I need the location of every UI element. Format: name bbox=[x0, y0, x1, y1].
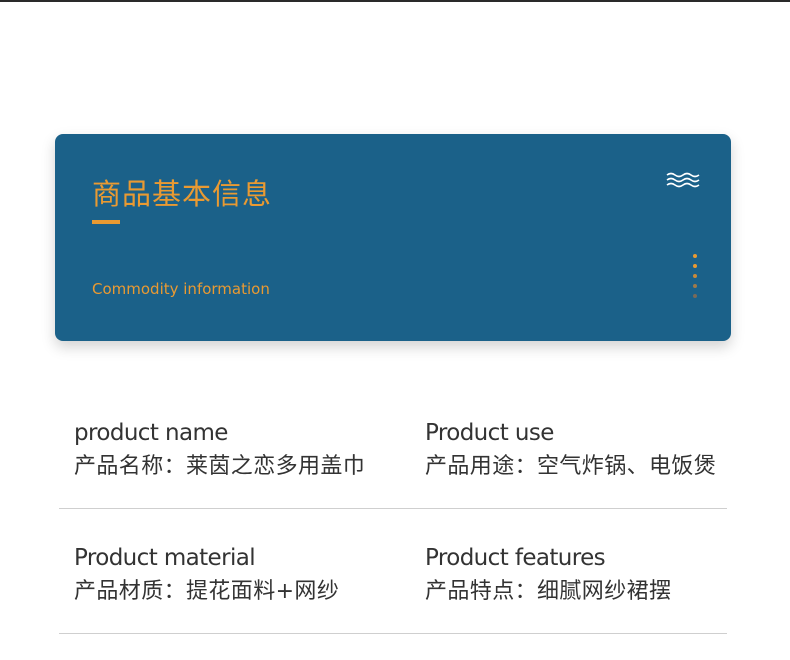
product-name-cell: product name 产品名称：莱茵之恋多用盖巾 bbox=[74, 416, 365, 484]
vertical-dots-icon bbox=[693, 254, 697, 298]
product-use-label: Product use bbox=[425, 420, 554, 446]
row-divider bbox=[59, 633, 727, 634]
product-features-cell: Product features 产品特点：细腻网纱裙摆 bbox=[425, 541, 671, 609]
product-name-label: product name bbox=[74, 420, 228, 446]
product-use-value: 产品用途：空气炸锅、电饭煲 bbox=[425, 454, 717, 479]
top-border-line bbox=[0, 0, 790, 2]
banner-title: 商品基本信息 bbox=[92, 177, 273, 211]
product-material-cell: Product material 产品材质：提花面料+网纱 bbox=[74, 541, 339, 609]
banner-subtitle: Commodity information bbox=[92, 280, 270, 298]
product-use-cell: Product use 产品用途：空气炸锅、电饭煲 bbox=[425, 416, 716, 484]
product-features-label: Product features bbox=[425, 545, 606, 571]
product-material-label: Product material bbox=[74, 545, 256, 571]
product-features-value: 产品特点：细腻网纱裙摆 bbox=[425, 579, 672, 604]
wave-icon bbox=[666, 172, 700, 188]
product-material-value: 产品材质：提花面料+网纱 bbox=[74, 579, 340, 604]
product-name-value: 产品名称：莱茵之恋多用盖巾 bbox=[74, 454, 366, 479]
row-divider bbox=[59, 508, 727, 509]
commodity-info-banner: 商品基本信息 Commodity information bbox=[55, 134, 731, 341]
title-accent-bar bbox=[92, 220, 120, 224]
